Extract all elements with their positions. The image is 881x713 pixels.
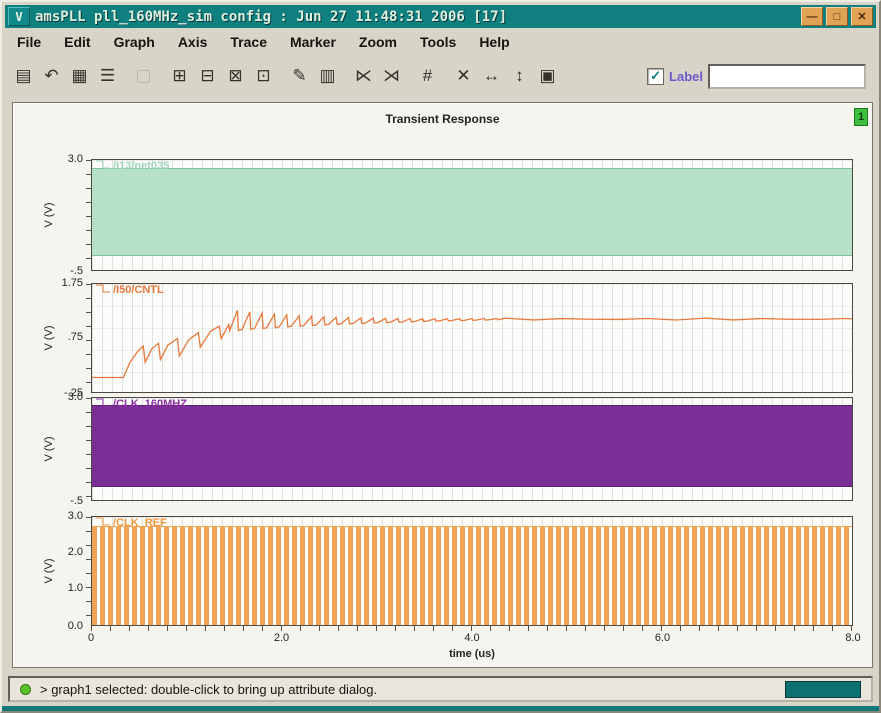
status-message: > graph1 selected: double-click to bring…	[40, 681, 378, 697]
menu-edit[interactable]: Edit	[64, 34, 90, 50]
trace-step-icon	[96, 160, 110, 169]
ytick: 2.0	[67, 545, 83, 558]
waveform-clk160[interactable]	[92, 405, 852, 488]
trace-step-icon	[96, 517, 110, 526]
ytick: 1.0	[67, 582, 83, 595]
xtick: 6.0	[654, 632, 671, 644]
ytick: -.5	[70, 265, 83, 277]
horizontal-marker-icon[interactable]: ⋊	[379, 64, 404, 89]
trace-step-icon	[96, 284, 110, 293]
xaxis-tickmarks	[91, 626, 853, 631]
yaxis-clk160: V (V) 3.0 -.5	[13, 391, 91, 507]
window-title: amsPLL pll_160MHz_sim config : Jun 27 11…	[35, 8, 508, 25]
menu-trace[interactable]: Trace	[230, 34, 267, 50]
menu-zoom[interactable]: Zoom	[359, 34, 397, 50]
add-subwindow-icon[interactable]: ⊞	[167, 64, 192, 89]
yaxis-label: V (V)	[43, 325, 55, 351]
annotate-icon[interactable]: ✎	[287, 64, 312, 89]
strip-mode-icon[interactable]: ▥	[315, 64, 340, 89]
window-menu-button[interactable]: V	[8, 7, 30, 26]
menu-help[interactable]: Help	[479, 34, 509, 50]
application-window: V amsPLL pll_160MHz_sim config : Jun 27 …	[0, 0, 881, 713]
yaxis-label: V (V)	[43, 558, 55, 584]
menu-tools[interactable]: Tools	[420, 34, 456, 50]
trace-step-icon	[96, 398, 110, 407]
signal-label-clk160[interactable]: /CLK_160MHZ	[95, 398, 187, 410]
label-checkbox[interactable]: ✓	[647, 67, 665, 85]
minimize-button[interactable]: —	[801, 7, 823, 26]
waveform-clkref[interactable]	[92, 525, 852, 625]
display-list-icon[interactable]: ☰	[95, 64, 120, 89]
window-controls: — □ ✕	[801, 7, 873, 26]
xaxis-title: time (us)	[449, 648, 495, 660]
yaxis-clkref: V (V) 3.0 2.0 1.0 0.0	[13, 510, 91, 632]
menu-graph[interactable]: Graph	[114, 34, 155, 50]
xaxis-ticks: 0 2.0 4.0 6.0 8.0	[87, 632, 861, 646]
xtick: 8.0	[845, 632, 861, 644]
label-checkbox-text: Label	[669, 68, 703, 84]
waveform-cntl[interactable]	[92, 284, 852, 392]
zoom-x-icon[interactable]: ↔	[479, 64, 504, 89]
menu-marker[interactable]: Marker	[290, 34, 336, 50]
ytick: 3.0	[67, 510, 83, 522]
label-controls: ✓ Label	[647, 63, 866, 89]
plot-clkref[interactable]: /CLK_REF	[91, 516, 853, 626]
menu-axis[interactable]: Axis	[178, 34, 208, 50]
data-table-icon[interactable]: #	[415, 64, 440, 89]
menu-file[interactable]: File	[17, 34, 41, 50]
toolbar-icons: ▤ ↶ ▦ ☰ ▢ ⊞ ⊟ ⊠ ⊡ ✎ ▥ ⋉ ⋊ # ✕ ↔ ↕ ▣	[11, 64, 560, 89]
zoom-fit-icon[interactable]: ✕	[451, 64, 476, 89]
ytick: 0.0	[67, 620, 83, 632]
graph-title: Transient Response	[385, 112, 500, 126]
ytick: 3.0	[67, 391, 83, 403]
label-input[interactable]	[708, 63, 866, 89]
status-indicator-box	[785, 680, 861, 698]
plot-clk160[interactable]: /CLK_160MHZ	[91, 397, 853, 501]
signal-label-clkref[interactable]: /CLK_REF	[95, 517, 167, 529]
xtick: 4.0	[464, 632, 480, 644]
xtick: 2.0	[273, 632, 290, 644]
status-bar: > graph1 selected: double-click to bring…	[8, 676, 873, 702]
unavailable-icon: ▢	[135, 66, 152, 85]
yaxis-label: V (V)	[43, 436, 55, 462]
toolbar: ▤ ↶ ▦ ☰ ▢ ⊞ ⊟ ⊠ ⊡ ✎ ▥ ⋉ ⋊ # ✕ ↔ ↕ ▣ ✓ Label	[5, 58, 876, 94]
signal-label-net035[interactable]: /I13/net035	[95, 160, 169, 172]
undo-icon[interactable]: ↶	[39, 64, 64, 89]
title-bar[interactable]: V amsPLL pll_160MHz_sim config : Jun 27 …	[5, 5, 876, 28]
print-icon[interactable]: ▤	[11, 64, 36, 89]
swap-display-icon[interactable]: ⊡	[251, 64, 276, 89]
menu-bar: File Edit Graph Axis Trace Marker Zoom Tools Hel…	[5, 30, 876, 54]
yaxis-label: V (V)	[43, 202, 55, 228]
yaxis-net035: V (V) 3.0 -.5	[13, 153, 91, 277]
graph-panel[interactable]: Transient Response 1 V (V) 3.0 -.5 /I13/…	[12, 102, 873, 668]
plot-net035[interactable]: /I13/net035	[91, 159, 853, 271]
maximize-button[interactable]: □	[826, 7, 848, 26]
yaxis-cntl: V (V) 1.75 .75 -.25	[13, 277, 91, 399]
vertical-marker-icon[interactable]: ⋉	[351, 64, 376, 89]
zoom-y-icon[interactable]: ↕	[507, 64, 532, 89]
ytick: .75	[67, 331, 83, 343]
split-display-icon[interactable]: ⊠	[223, 64, 248, 89]
fit-all-icon[interactable]: ▣	[535, 64, 560, 89]
ytick: 3.0	[67, 153, 83, 165]
copy-window-icon[interactable]: ⊟	[195, 64, 220, 89]
signal-label-cntl[interactable]: /I50/CNTL	[95, 284, 164, 296]
close-button[interactable]: ✕	[851, 7, 873, 26]
ytick: 1.75	[61, 277, 83, 289]
xtick: 0	[87, 632, 95, 644]
plot-cntl[interactable]: /I50/CNTL	[91, 283, 853, 393]
status-led-icon	[20, 683, 31, 695]
waveform-net035[interactable]	[92, 167, 852, 257]
grid-icon[interactable]: ▦	[67, 64, 92, 89]
subwindow-badge[interactable]: 1	[854, 108, 868, 126]
ytick: -.5	[70, 495, 83, 507]
